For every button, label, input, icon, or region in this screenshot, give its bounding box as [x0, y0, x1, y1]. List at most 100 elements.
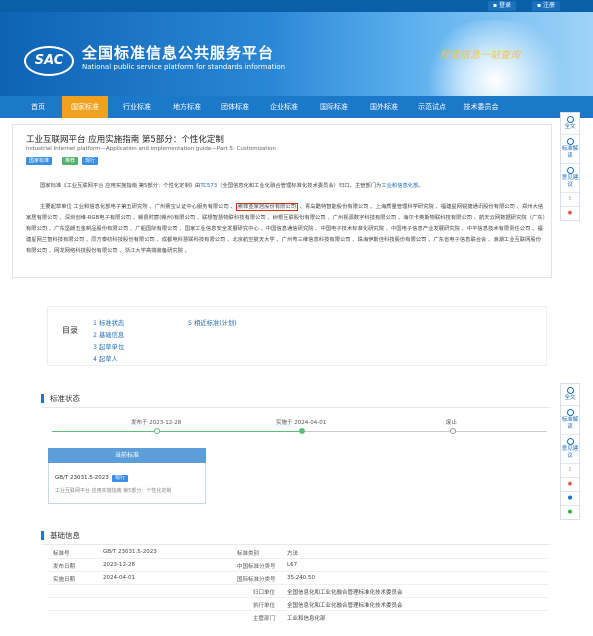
- implemented-date: 实施于 2024-04-01: [276, 420, 327, 426]
- document-icon: [566, 116, 574, 123]
- timeline-dot-abolished: [450, 428, 456, 434]
- nav-local-standard[interactable]: 地方标准: [165, 96, 209, 118]
- register-button[interactable]: ▪ 注册: [532, 1, 560, 11]
- standard-title-en: Industrial Internet platform—Application…: [26, 146, 276, 152]
- info-value: GB/T 23031.5-2023: [103, 549, 157, 555]
- info-key: 主管部门: [253, 616, 276, 622]
- drafters-prefix: 主要起草单位 工业和信息化部电子第五研究所 、广州赛宝认证中心服务有限公司 、: [40, 204, 236, 210]
- intro-suffix: 。: [418, 183, 424, 189]
- info-row-divider: [48, 584, 548, 585]
- toc-item-drafters[interactable]: 4 起草人: [93, 354, 118, 363]
- edit-icon: [566, 438, 574, 445]
- timeline-active: [52, 431, 302, 432]
- nav-group-standard[interactable]: 团体标准: [213, 96, 257, 118]
- share-icon: ⇪: [567, 196, 573, 202]
- info-key: 中国标准分类号: [237, 564, 276, 570]
- info-key: 执行单位: [253, 603, 276, 609]
- qq-button[interactable]: ●: [561, 492, 579, 506]
- current-standard-code[interactable]: GB/T 23031.5-2023: [55, 475, 109, 481]
- tc-link[interactable]: TC573: [200, 183, 217, 189]
- site-subtitle: National public service platform for sta…: [82, 63, 286, 71]
- info-key: 实施日期: [53, 577, 76, 583]
- info-row-divider: [48, 558, 548, 559]
- published-date: 发布于 2023-12-28: [131, 420, 182, 426]
- weibo-icon: ◉: [567, 210, 573, 216]
- side-fulltext-button[interactable]: 全文: [561, 113, 579, 135]
- login-button[interactable]: ▪ 登录: [488, 1, 516, 11]
- side-fulltext-label: 全文: [564, 395, 576, 401]
- register-label: 注册: [542, 2, 555, 9]
- nav-home[interactable]: 首页: [22, 96, 54, 118]
- intro-paragraph: 国家标准《工业互联网平台 应用实施指南 第5部分：个性化定制》由TC573（全国…: [26, 181, 546, 192]
- toc-item-basic[interactable]: 2 基础信息: [93, 330, 124, 339]
- info-link[interactable]: 工业和信息化部: [287, 614, 326, 622]
- top-bar: ▪ 登录 ▪ 注册: [0, 0, 593, 12]
- info-value: 35.240.50: [287, 575, 315, 581]
- weibo-button[interactable]: ◉: [561, 478, 579, 492]
- side-fulltext-button[interactable]: 全文: [561, 384, 579, 406]
- info-key: 标准号: [53, 551, 70, 557]
- info-key: 归口单位: [253, 590, 276, 596]
- nav-national-standard[interactable]: 国家标准: [62, 96, 108, 118]
- info-key: 国际标准分类号: [237, 577, 276, 583]
- toc-title: 目录: [62, 326, 78, 335]
- timeline-dot-published: [154, 428, 160, 434]
- dept-link[interactable]: 工业和信息化部: [381, 183, 418, 189]
- highlighted-drafter: 索菲亚家居股份有限公司: [235, 203, 299, 211]
- side-interpretation-button[interactable]: 标准解读: [561, 135, 579, 164]
- timeline-future: [302, 431, 547, 432]
- sac-logo[interactable]: SAC: [24, 46, 74, 76]
- side-feedback-button[interactable]: 意见建议: [561, 164, 579, 193]
- tag-recommended: 推荐: [62, 157, 79, 165]
- share-button[interactable]: ⇪: [561, 464, 579, 478]
- current-standard-header: 当前标准: [48, 448, 206, 463]
- section-gap: [0, 282, 593, 308]
- weibo-button[interactable]: ◉: [561, 207, 579, 220]
- qq-icon: ●: [567, 495, 573, 501]
- weibo-icon: ◉: [567, 481, 573, 487]
- basic-divider: [41, 544, 551, 545]
- status-heading: 标准状态: [41, 394, 80, 403]
- nav-tech-committee[interactable]: 技术委员会: [456, 96, 506, 118]
- side-feedback-label: 意见建议: [561, 446, 579, 459]
- nav-international-standard[interactable]: 国际标准: [312, 96, 356, 118]
- tag-current: 现行: [82, 157, 99, 165]
- info-row-divider: [48, 571, 548, 572]
- share-button[interactable]: ⇪: [561, 193, 579, 207]
- site-title: 全国标准信息公共服务平台: [82, 44, 275, 62]
- tag-national: 国家标准: [26, 157, 53, 165]
- side-toolbar-bottom: 全文 标准解读 意见建议 ⇪ ◉ ● ●: [560, 383, 580, 520]
- info-key: 发布日期: [53, 564, 76, 570]
- side-toolbar-top: 全文 标准解读 意见建议 ⇪ ◉: [560, 112, 580, 221]
- nav-foreign-standard[interactable]: 国外标准: [362, 96, 406, 118]
- toc-item-status[interactable]: 1 标准状态: [93, 318, 124, 327]
- info-value: L67: [287, 562, 298, 568]
- info-link[interactable]: 全国信息化和工业化融合管理标准化技术委员会: [287, 601, 403, 609]
- status-divider: [41, 407, 551, 408]
- side-feedback-label: 意见建议: [561, 175, 579, 188]
- nav-industry-standard[interactable]: 行业标准: [115, 96, 159, 118]
- side-interpretation-label: 标准解读: [561, 417, 579, 430]
- intro-prefix: 国家标准《工业互联网平台 应用实施指南 第5部分：个性化定制》由: [40, 183, 201, 189]
- drafters-paragraph: 主要起草单位 工业和信息化部电子第五研究所 、广州赛宝认证中心服务有限公司 、索…: [26, 202, 546, 274]
- intro-middle: （全国信息化和工业化融合管理标准化技术委员会）归口，主管部门为: [217, 183, 382, 189]
- side-interpretation-button[interactable]: 标准解读: [561, 406, 579, 435]
- info-link[interactable]: 全国信息化和工业化融合管理标准化技术委员会: [287, 588, 403, 596]
- site-header: SAC 全国标准信息公共服务平台 National public service…: [0, 12, 593, 96]
- side-feedback-button[interactable]: 意见建议: [561, 435, 579, 464]
- drafters-rest: 、青岛酷特智能股份有限公司 、上海质量管理科学研究院 、福建星网锐捷通讯股份有限…: [26, 204, 546, 254]
- nav-enterprise-standard[interactable]: 企业标准: [262, 96, 306, 118]
- basic-heading: 基础信息: [41, 531, 80, 540]
- wechat-icon: ●: [567, 509, 573, 515]
- wechat-button[interactable]: ●: [561, 506, 579, 519]
- toc-item-drafting-units[interactable]: 3 起草单位: [93, 342, 124, 351]
- abolished-label: 废止: [446, 420, 458, 426]
- side-fulltext-label: 全文: [564, 124, 576, 130]
- side-interpretation-label: 标准解读: [561, 146, 579, 159]
- share-icon: ⇪: [567, 467, 573, 473]
- info-row-divider: [48, 610, 548, 611]
- standard-title: 工业互联网平台 应用实施指南 第5部分：个性化定制: [26, 135, 224, 145]
- slogan: 标准信息一站查询: [440, 50, 520, 61]
- toc-item-related[interactable]: 5 相近标准(计划): [188, 318, 237, 327]
- nav-demo-pilot[interactable]: 示范试点: [410, 96, 454, 118]
